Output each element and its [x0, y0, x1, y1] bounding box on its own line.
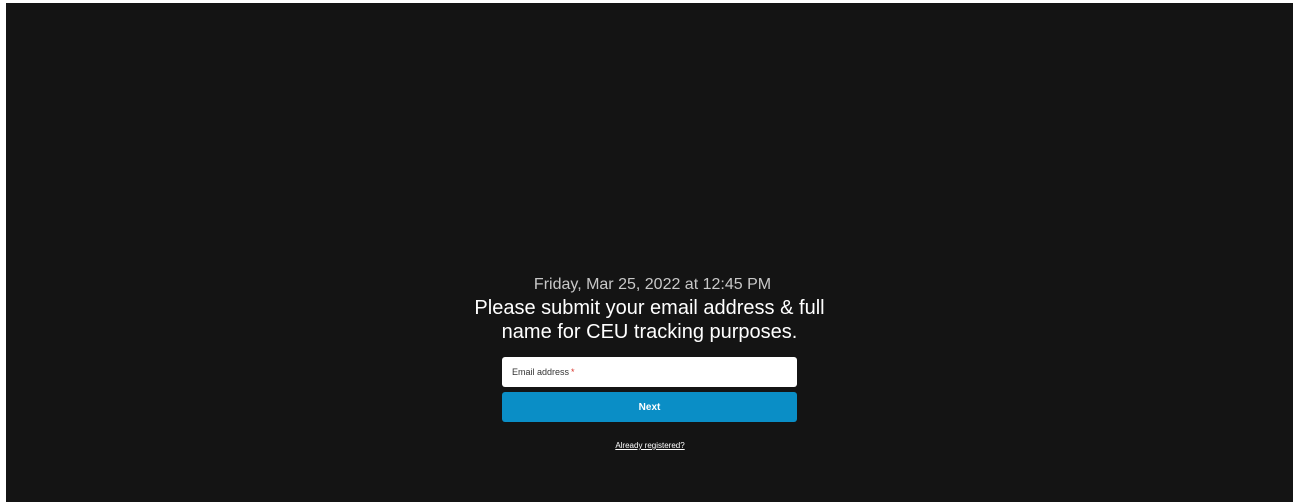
email-field-label: Email address — [512, 367, 570, 377]
page-headline: Please submit your email address & full … — [474, 297, 825, 343]
next-button[interactable]: Next — [502, 392, 797, 422]
required-marker: * — [571, 367, 575, 377]
event-datetime: Friday, Mar 25, 2022 at 12:45 PM — [533, 276, 772, 293]
email-field[interactable]: Email address * — [502, 357, 797, 387]
registration-form-panel: Friday, Mar 25, 2022 at 12:45 PM Please … — [6, 275, 1293, 450]
already-registered-link[interactable]: Already registered? — [615, 441, 684, 450]
registration-page: Friday, Mar 25, 2022 at 12:45 PM Please … — [6, 3, 1293, 502]
